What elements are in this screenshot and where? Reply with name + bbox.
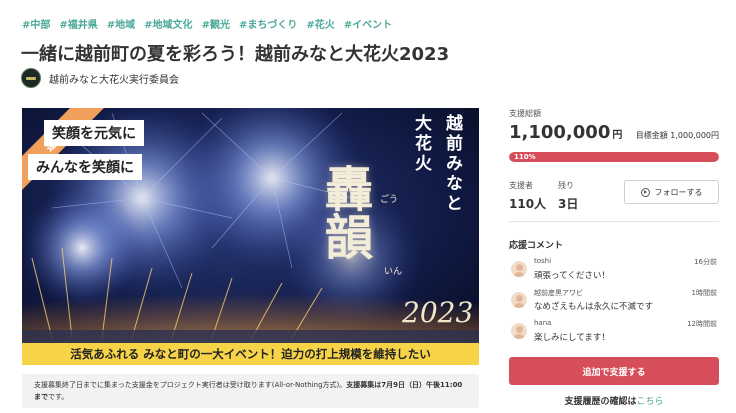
notice-text: 支援募集終了日までに集まった支援金をプロジェクト実行者は受け取ります(All-o… xyxy=(34,381,347,389)
hero-image: 達成！ 笑顔を元気に みんなを笑顔に 越前みなと 大花火 轟韻 ごう いん 20… xyxy=(22,108,479,365)
comment-text: 楽しみにしてます！ xyxy=(534,333,610,343)
divider xyxy=(509,221,719,222)
hero-vertical-text: 越前みなと xyxy=(442,114,462,214)
supporters-stat: 支援者 110人 xyxy=(509,180,546,212)
comment-time: 16分前 xyxy=(694,258,717,266)
tag-list: #中部 #福井県 #地域 #地域文化 #観光 #まちづくり #花火 #イベント xyxy=(22,16,392,31)
comment-author: hana xyxy=(534,319,552,327)
history-link[interactable]: こちら xyxy=(637,397,664,407)
comment-time: 12時間前 xyxy=(687,320,717,328)
comment-text: 頑張ってください！ xyxy=(534,271,610,281)
comments-title: 応援コメント xyxy=(509,241,564,251)
notice-text: です。 xyxy=(48,393,69,401)
tag-link[interactable]: #地域文化 xyxy=(144,16,192,31)
comment-author: toshi xyxy=(534,257,552,265)
progress-fill: 110% xyxy=(509,152,719,162)
funding-progress-bar: 110% xyxy=(509,152,719,162)
tag-link[interactable]: #花火 xyxy=(306,16,334,31)
follow-button[interactable]: フォローする xyxy=(624,180,719,204)
remaining-label: 残り xyxy=(558,181,574,190)
tag-link[interactable]: #イベント xyxy=(344,16,392,31)
funding-notice: 支援募集終了日までに集まった支援金をプロジェクト実行者は受け取ります(All-o… xyxy=(22,374,479,408)
hero-slogan: みんなを笑顔に xyxy=(28,154,142,180)
supporters-label: 支援者 xyxy=(509,181,533,190)
user-avatar-icon xyxy=(511,292,527,308)
follow-icon xyxy=(640,187,650,197)
hero-slogan: 笑顔を元気に xyxy=(44,120,144,146)
remaining-value: 3日 xyxy=(558,197,579,211)
hero-vertical-title: 越前みなと 大花火 xyxy=(409,114,465,214)
support-button[interactable]: 追加で支援する xyxy=(509,357,719,385)
tag-link[interactable]: #中部 xyxy=(22,16,50,31)
tag-link[interactable]: #福井県 xyxy=(59,16,97,31)
hero-ruby: ごう xyxy=(380,195,399,205)
goal-value: 1,000,000円 xyxy=(670,131,719,140)
hero-vertical-text: 大花火 xyxy=(411,114,431,174)
history-label: 支援履歴の確認は xyxy=(564,397,637,407)
goal-amount: 目標金額 1,000,000円 xyxy=(636,130,719,141)
goal-label: 目標金額 xyxy=(635,131,668,140)
user-avatar-icon xyxy=(511,261,527,277)
comment-time: 1時間前 xyxy=(691,289,717,297)
remaining-stat: 残り 3日 xyxy=(558,180,578,212)
owner-avatar xyxy=(21,68,41,88)
project-title: 一緒に越前町の夏を彩ろう！越前みなと大花火2023 xyxy=(21,44,450,65)
currency-label: 円 xyxy=(612,130,623,141)
follow-label: フォローする xyxy=(654,187,703,197)
supporters-value: 110人 xyxy=(509,197,547,211)
comment-text: なめざえもんは永久に不滅です xyxy=(534,302,654,312)
support-history: 支援履歴の確認はこちら xyxy=(509,394,719,407)
tag-link[interactable]: #まちづくり xyxy=(239,16,297,31)
hero-event-name: 轟韻 xyxy=(316,164,372,260)
owner-name[interactable]: 越前みなと大花火実行委員会 xyxy=(49,71,179,86)
hero-ruby: いん xyxy=(384,267,403,277)
tag-link[interactable]: #観光 xyxy=(202,16,230,31)
hero-year: 2023 xyxy=(402,296,474,329)
tag-link[interactable]: #地域 xyxy=(107,16,135,31)
comment-item: 越前産黒アワビ 1時間前 なめざえもんは永久に不滅です xyxy=(509,288,719,316)
total-amount: 1,100,000 円 xyxy=(509,122,622,143)
comment-item: hana 12時間前 楽しみにしてます！ xyxy=(509,319,719,347)
user-avatar-icon xyxy=(511,323,527,339)
total-label: 支援総額 xyxy=(509,109,541,118)
hero-banner: 活気あふれる みなと町の一大イベント！迫力の打上規模を維持したい xyxy=(22,343,479,365)
project-owner[interactable]: 越前みなと大花火実行委員会 xyxy=(21,68,179,88)
comment-author: 越前産黒アワビ xyxy=(534,289,583,297)
total-amount-value: 1,100,000 xyxy=(509,122,611,143)
comment-item: toshi 16分前 頑張ってください！ xyxy=(509,257,719,285)
